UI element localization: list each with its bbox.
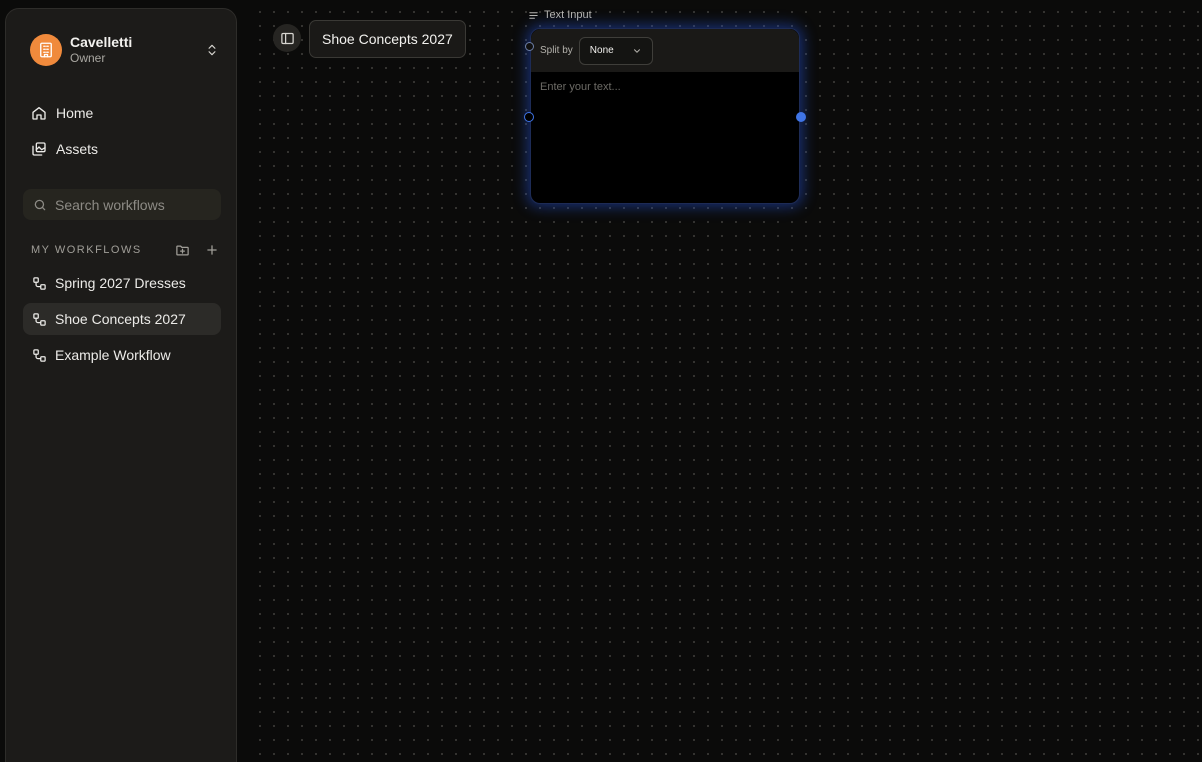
app-root: Cavelletti Owner Home Assets Search work… <box>0 0 1202 762</box>
node-input-handle[interactable] <box>524 112 534 122</box>
node-label-text: Text Input <box>544 9 592 21</box>
workflow-item[interactable]: Example Workflow <box>23 339 221 371</box>
plus-icon[interactable] <box>203 241 221 259</box>
workflow-title[interactable]: Shoe Concepts 2027 <box>309 20 466 58</box>
workflow-item-label: Example Workflow <box>55 347 171 363</box>
workflow-item-label: Spring 2027 Dresses <box>55 275 186 291</box>
split-by-value: None <box>589 45 614 56</box>
workflow-icon <box>31 347 47 363</box>
images-icon <box>30 140 48 158</box>
split-input-handle[interactable] <box>525 42 534 51</box>
node-label: Text Input <box>528 8 592 22</box>
workflows-header: MY WORKFLOWS <box>31 241 221 259</box>
nav-home-label: Home <box>56 105 94 121</box>
node-text-input[interactable] <box>540 81 790 193</box>
nav-home[interactable]: Home <box>22 97 222 129</box>
sidebar-toggle-button[interactable] <box>273 24 301 52</box>
workflow-icon <box>31 311 47 327</box>
search-input[interactable] <box>55 196 205 213</box>
text-lines-icon <box>528 10 539 21</box>
panel-left-icon <box>280 32 294 44</box>
org-role: Owner <box>70 51 106 65</box>
chevron-down-icon <box>633 48 640 53</box>
building-icon <box>40 42 52 58</box>
sidebar: Cavelletti Owner Home Assets Search work… <box>5 8 237 762</box>
split-by-label: Split by <box>540 45 573 56</box>
node-header: Split by None <box>531 29 799 72</box>
chevrons-up-down-icon[interactable] <box>204 42 220 58</box>
node-output-handle[interactable] <box>796 112 806 122</box>
nav-assets-label: Assets <box>56 141 99 157</box>
workflow-icon <box>31 275 47 291</box>
main-nav: Home Assets <box>22 97 222 169</box>
workflow-canvas[interactable]: Shoe Concepts 2027 Text Input Split by N… <box>248 0 1202 762</box>
split-by-select[interactable]: None <box>578 36 653 65</box>
workflow-item[interactable]: Spring 2027 Dresses <box>23 267 221 299</box>
workflow-item-active[interactable]: Shoe Concepts 2027 <box>23 303 221 335</box>
workflow-list: Spring 2027 Dresses Shoe Concepts 2027 E… <box>23 267 221 375</box>
workflows-title: MY WORKFLOWS <box>31 244 142 256</box>
text-input-node[interactable]: Split by None <box>530 28 800 204</box>
home-icon <box>30 104 48 122</box>
workflow-item-label: Shoe Concepts 2027 <box>55 311 186 327</box>
search-box <box>23 189 221 220</box>
org-switcher[interactable]: Cavelletti Owner <box>30 33 220 67</box>
org-avatar <box>30 34 62 66</box>
search-icon <box>33 198 47 212</box>
new-folder-icon[interactable] <box>173 241 191 259</box>
org-name: Cavelletti <box>70 34 133 50</box>
nav-assets[interactable]: Assets <box>22 133 222 165</box>
org-info: Cavelletti Owner <box>70 34 204 66</box>
